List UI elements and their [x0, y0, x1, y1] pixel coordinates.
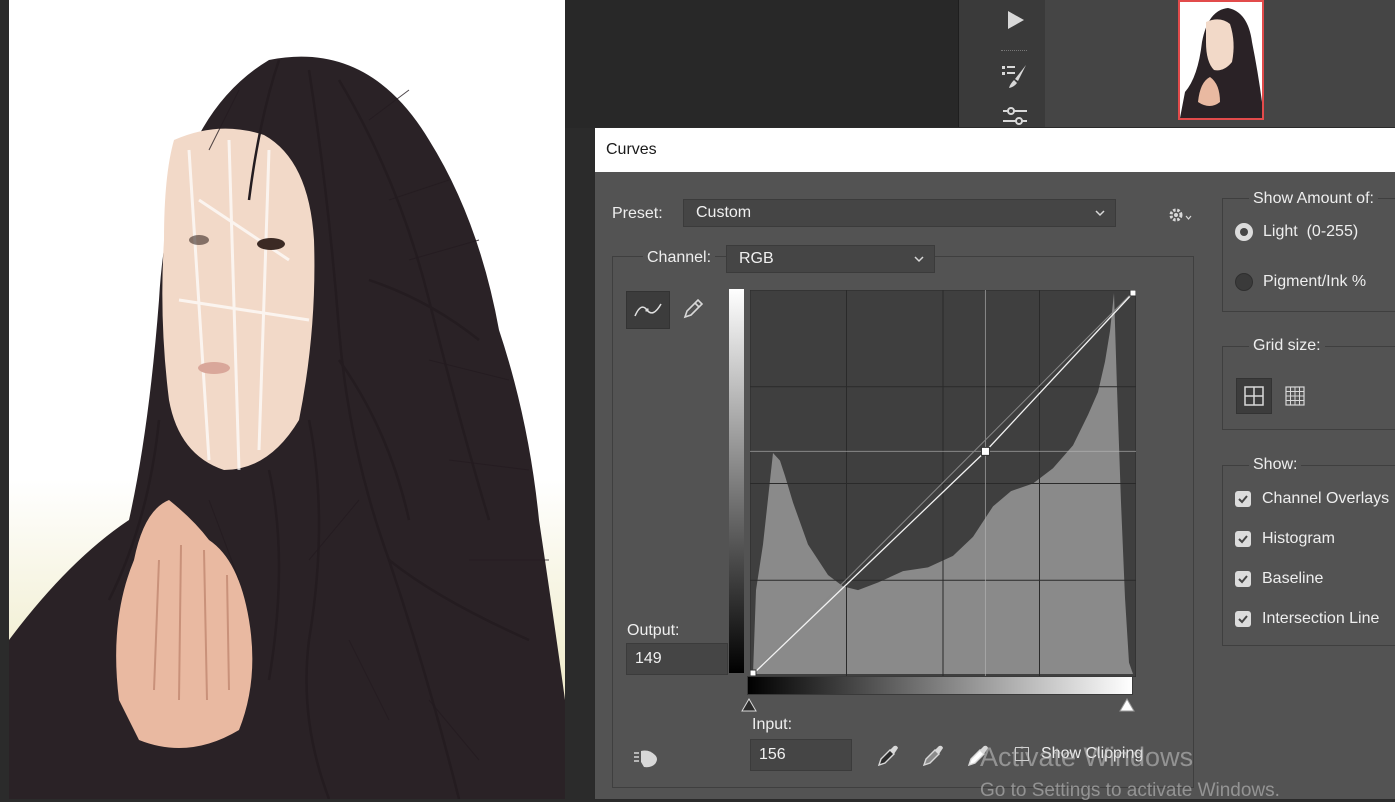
show-amount-groupbox — [1222, 198, 1395, 312]
radio-unselected — [1235, 273, 1253, 291]
grid-detailed-button[interactable] — [1277, 378, 1313, 414]
pigment-radio[interactable]: Pigment/Ink % — [1235, 273, 1366, 291]
white-point-handle — [1129, 289, 1137, 297]
channel-select[interactable]: RGB — [726, 245, 935, 273]
checkbox-box — [1015, 747, 1029, 761]
output-label: Output: — [627, 622, 680, 639]
preset-value: Custom — [696, 204, 752, 221]
output-gradient — [729, 289, 744, 673]
input-gradient — [747, 676, 1133, 695]
gray-point-eyedropper[interactable] — [918, 740, 948, 772]
checkbox-checked — [1235, 531, 1251, 547]
on-image-adjust-icon — [634, 750, 657, 768]
brush-settings-button[interactable] — [987, 56, 1043, 96]
channel-overlays-label: Channel Overlays — [1262, 490, 1390, 507]
white-point-eyedropper-icon — [967, 745, 988, 767]
document-photo — [9, 0, 565, 799]
black-point-eyedropper-icon — [877, 745, 898, 767]
input-label: Input: — [752, 716, 793, 733]
gear-icon — [1169, 208, 1192, 222]
baseline-checkbox[interactable]: Baseline — [1235, 570, 1323, 588]
play-icon — [1008, 11, 1024, 29]
layer-thumbnail-selected[interactable] — [1178, 0, 1264, 120]
curve-point-icon — [634, 303, 662, 317]
white-point-eyedropper[interactable] — [963, 740, 993, 772]
strip-grip — [1001, 50, 1027, 53]
show-clipping-label: Show Clipping — [1041, 745, 1144, 762]
light-radio[interactable]: Light (0-255) — [1235, 223, 1358, 241]
intersection-line-checkbox[interactable]: Intersection Line — [1235, 610, 1379, 628]
dialog-title: Curves — [606, 141, 657, 158]
intersection-line-label: Intersection Line — [1262, 610, 1380, 627]
brush-settings-icon — [1002, 65, 1026, 88]
curves-dialog: Curves Preset: Custom Channel: RGB Outpu… — [595, 128, 1395, 799]
checkmark-icon — [1238, 535, 1248, 544]
show-clipping-checkbox[interactable]: Show Clipping — [1015, 745, 1143, 763]
curve-graph[interactable] — [749, 289, 1137, 682]
white-input-slider[interactable] — [1118, 697, 1136, 713]
edit-points-button[interactable] — [626, 291, 670, 329]
checkbox-checked — [1235, 571, 1251, 587]
chevron-down-icon — [914, 256, 924, 263]
gray-point-eyedropper-icon — [922, 745, 943, 767]
preset-options-button[interactable] — [1165, 204, 1195, 226]
triangle-up-icon — [1119, 698, 1135, 712]
baseline-label: Baseline — [1262, 570, 1324, 587]
actions-button[interactable] — [987, 0, 1043, 40]
control-point — [980, 446, 990, 456]
show-amount-title: Show Amount of: — [1249, 190, 1378, 208]
checkmark-icon — [1238, 495, 1248, 504]
checkmark-icon — [1238, 575, 1248, 584]
grid-size-title: Grid size: — [1249, 337, 1325, 355]
draw-curve-button[interactable] — [675, 291, 711, 327]
chevron-down-icon — [1095, 210, 1105, 217]
show-title: Show: — [1249, 456, 1302, 474]
grid-10-icon — [1285, 386, 1305, 406]
light-radio-label: Light (0-255) — [1263, 223, 1359, 240]
histogram-checkbox[interactable]: Histogram — [1235, 530, 1335, 548]
histogram-label: Histogram — [1262, 530, 1335, 547]
dialog-titlebar[interactable]: Curves — [595, 128, 1395, 172]
options-column: Show Amount of: Light (0-255) Pigment/In… — [1221, 190, 1395, 790]
output-input[interactable]: 149 — [626, 643, 728, 675]
on-image-adjust-button[interactable] — [629, 744, 663, 772]
checkmark-icon — [1238, 615, 1248, 624]
radio-selected — [1235, 223, 1253, 241]
grid-4-icon — [1244, 386, 1264, 406]
black-input-slider[interactable] — [740, 697, 758, 713]
preset-select[interactable]: Custom — [683, 199, 1116, 227]
input-input[interactable]: 156 — [750, 739, 852, 771]
checkbox-checked — [1235, 611, 1251, 627]
pencil-icon — [683, 298, 704, 319]
preset-label: Preset: — [612, 205, 663, 222]
triangle-up-icon — [741, 698, 757, 712]
channel-label: Channel: — [643, 249, 716, 267]
input-value: 156 — [759, 746, 786, 763]
pigment-radio-label: Pigment/Ink % — [1263, 273, 1367, 290]
channel-overlays-checkbox[interactable]: Channel Overlays — [1235, 490, 1389, 508]
panel-icon-strip — [958, 0, 1046, 128]
output-value: 149 — [635, 650, 662, 667]
grid-simple-button[interactable] — [1236, 378, 1272, 414]
channel-value: RGB — [739, 250, 774, 267]
checkbox-checked — [1235, 491, 1251, 507]
black-point-eyedropper[interactable] — [873, 740, 903, 772]
